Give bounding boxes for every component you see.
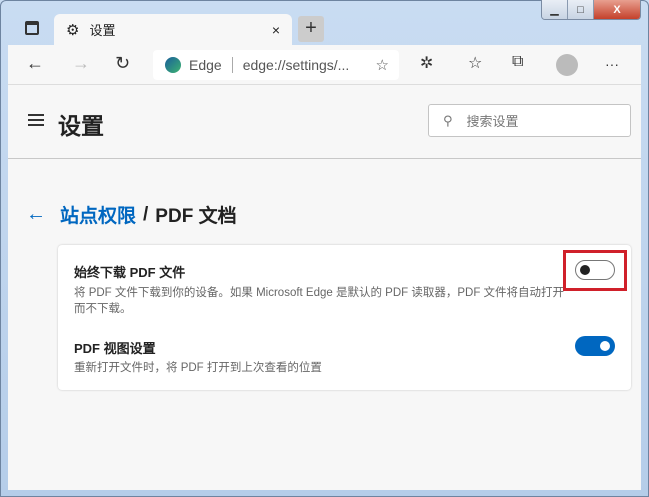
breadcrumb-separator: / — [143, 203, 149, 225]
toolbar: ← → ↻ Edge edge://settings/... ☆ ✲ ☆ ⧉ ·… — [8, 45, 641, 85]
breadcrumb-site-permissions[interactable]: 站点权限 — [60, 201, 136, 228]
refresh-button[interactable]: ↻ — [115, 53, 130, 74]
tab-bar: ⚙ 设置 × + — [8, 12, 641, 45]
search-icon: ⚲ — [443, 112, 453, 128]
highlight-box — [563, 250, 627, 291]
tab-settings[interactable]: ⚙ 设置 × — [54, 14, 292, 45]
tab-actions-icon[interactable] — [25, 21, 39, 35]
collections-icon[interactable]: ⧉ — [512, 53, 523, 71]
gear-icon: ⚙ — [66, 21, 80, 39]
pdf-view-settings-toggle[interactable] — [575, 336, 615, 356]
extensions-icon[interactable]: ✲ — [420, 53, 433, 73]
breadcrumb-current: PDF 文档 — [155, 206, 237, 227]
breadcrumb: ← 站点权限 / PDF 文档 — [26, 201, 237, 228]
avatar[interactable] — [556, 54, 578, 76]
setting-description: 将 PDF 文件下载到你的设备。如果 Microsoft Edge 是默认的 P… — [74, 287, 565, 315]
setting-title: 始终下载 PDF 文件 — [74, 265, 186, 280]
divider — [231, 57, 233, 73]
tab-title: 设置 — [89, 23, 116, 38]
new-tab-button[interactable]: + — [298, 16, 324, 42]
close-tab-button[interactable]: × — [272, 22, 280, 38]
address-bar[interactable]: Edge edge://settings/... ☆ — [153, 50, 399, 80]
back-arrow-icon[interactable]: ← — [26, 203, 46, 226]
edge-logo-icon — [165, 57, 181, 73]
forward-button[interactable]: → — [72, 53, 90, 74]
pdf-settings-card: 始终下载 PDF 文件 将 PDF 文件下载到你的设备。如果 Microsoft… — [58, 245, 631, 390]
url-text: edge://settings/... — [242, 57, 350, 73]
setting-description: 重新打开文件时，将 PDF 打开到上次查看的位置 — [74, 362, 322, 374]
setting-title: PDF 视图设置 — [74, 341, 156, 356]
page-title: 设置 — [58, 113, 104, 139]
menu-icon[interactable] — [28, 114, 44, 126]
search-input[interactable]: ⚲ 搜索设置 — [428, 104, 631, 137]
settings-header: 设置 ⚲ 搜索设置 — [8, 85, 641, 159]
add-favorite-icon[interactable]: ☆ — [376, 56, 389, 74]
site-label: Edge — [189, 57, 222, 73]
back-button[interactable]: ← — [26, 53, 44, 74]
search-placeholder: 搜索设置 — [466, 114, 519, 129]
more-button[interactable]: ··· — [605, 56, 619, 72]
favorites-icon[interactable]: ☆ — [468, 53, 482, 73]
settings-page: 设置 ⚲ 搜索设置 ← 站点权限 / PDF 文档 始终下载 PDF 文件 将 … — [8, 85, 641, 490]
